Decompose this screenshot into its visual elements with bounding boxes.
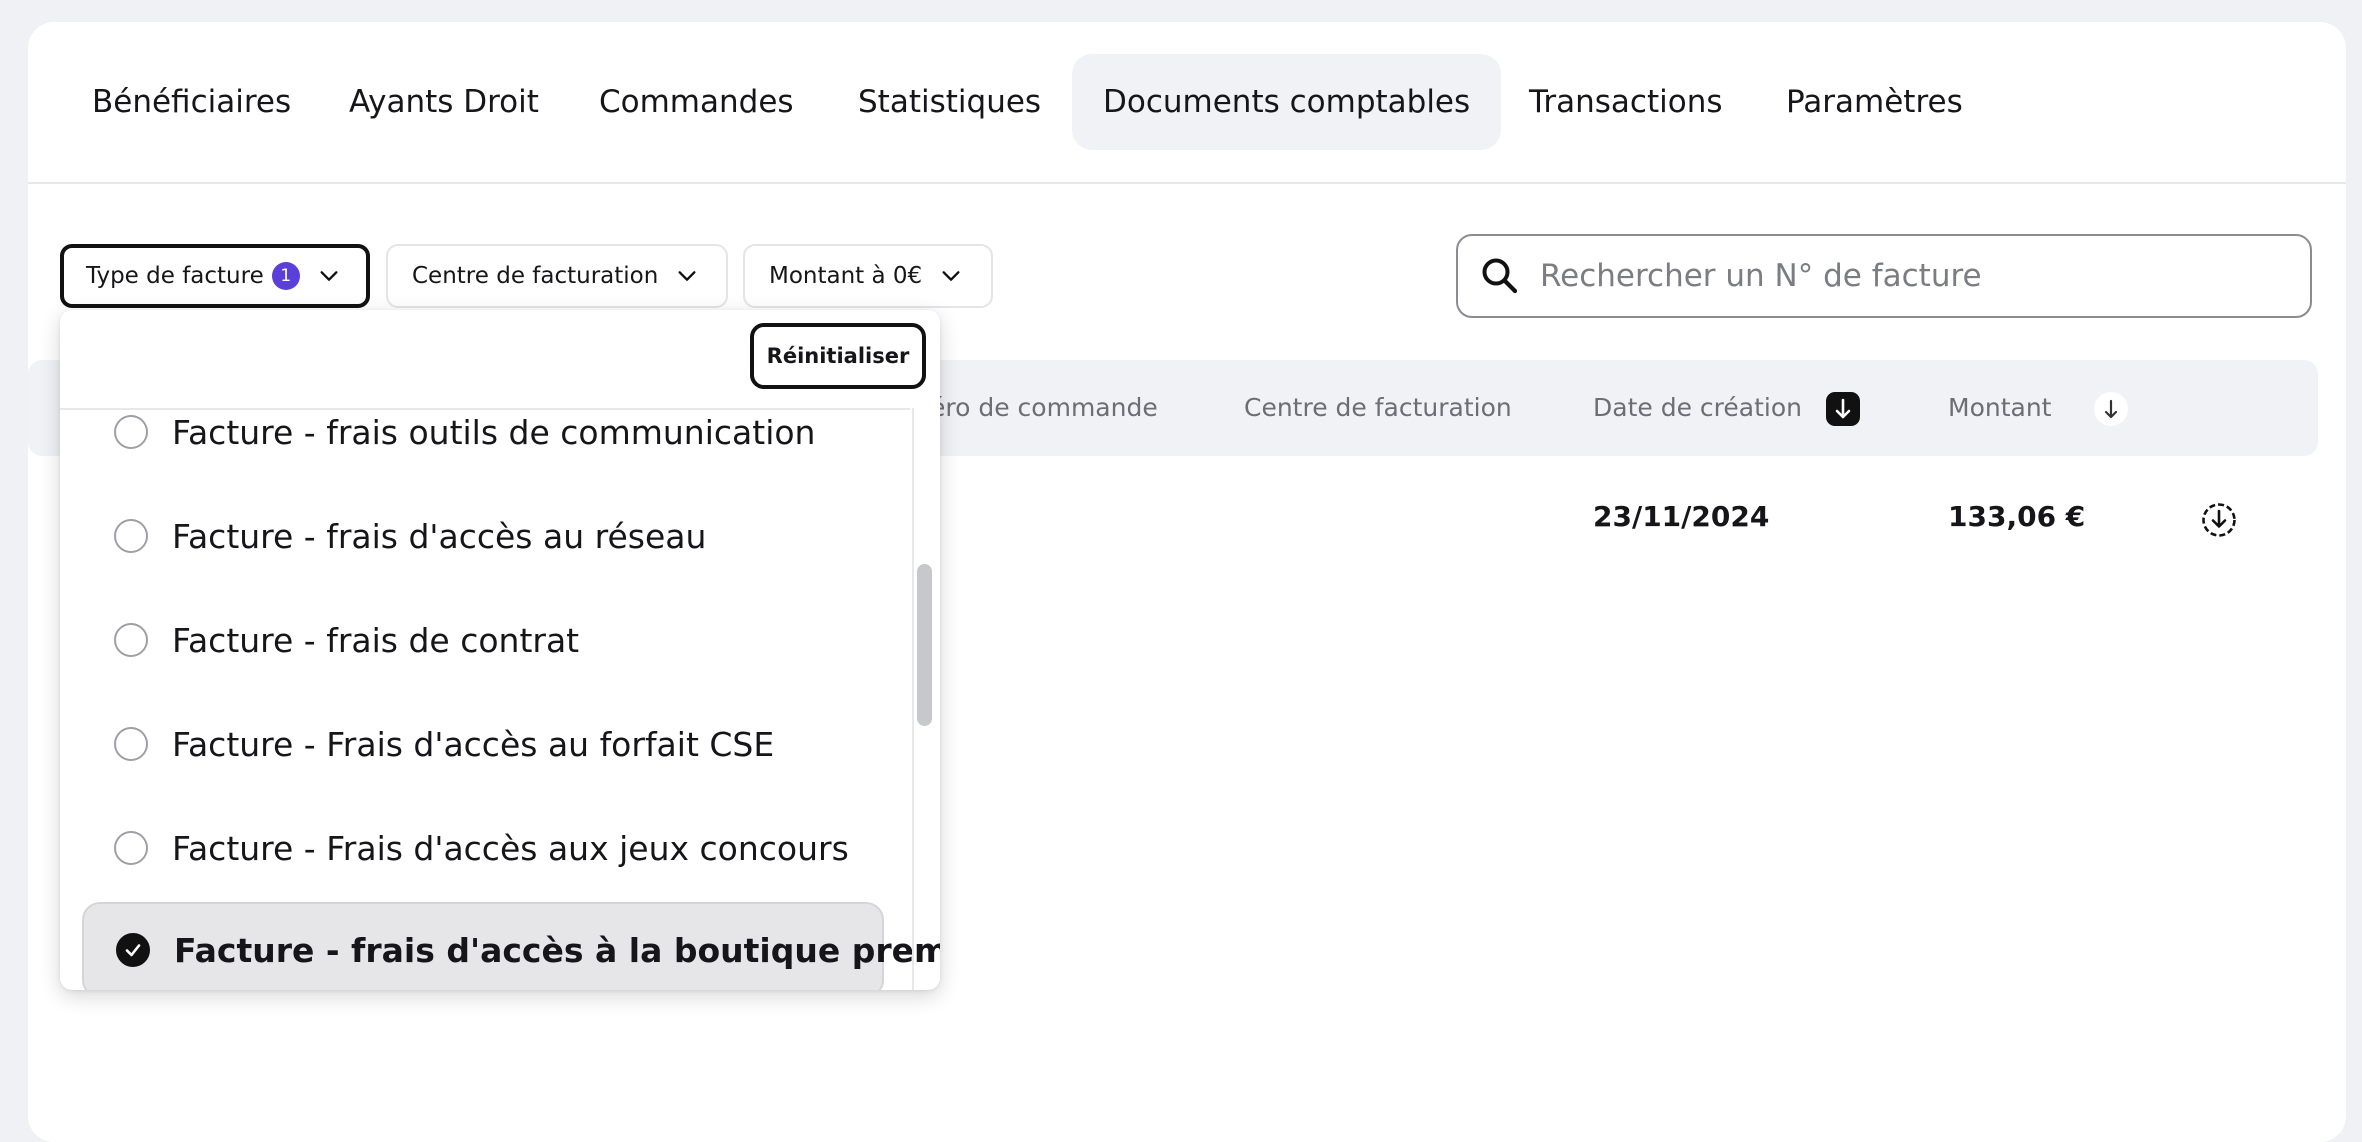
checkbox[interactable] bbox=[114, 831, 148, 865]
sort-arrow-icon[interactable] bbox=[2094, 392, 2128, 426]
column-creation-date[interactable]: Date de création bbox=[1593, 360, 1802, 456]
option-cse-package[interactable]: Facture - Frais d'accès au forfait CSE bbox=[82, 696, 884, 792]
checkbox[interactable] bbox=[114, 727, 148, 761]
zero-amount-filter-label: Montant à 0€ bbox=[769, 263, 923, 289]
zero-amount-filter[interactable]: Montant à 0€ bbox=[743, 244, 993, 308]
invoice-type-filter[interactable]: Type de facture 1 bbox=[60, 244, 370, 308]
main-card: Bénéficiaires Ayants Droit Commandes Sta… bbox=[28, 22, 2346, 1142]
dropdown-scroll-track bbox=[912, 408, 914, 990]
column-order-number: éro de commande bbox=[930, 393, 1158, 422]
search-icon bbox=[1482, 258, 1518, 294]
filter-count-badge: 1 bbox=[271, 262, 300, 290]
chevron-down-icon bbox=[942, 271, 960, 281]
checkbox-checked[interactable] bbox=[116, 933, 150, 967]
tab-documents-comptables[interactable]: Documents comptables bbox=[1072, 54, 1502, 150]
checkbox[interactable] bbox=[114, 623, 148, 657]
option-label: Facture - Frais d'accès aux jeux concour… bbox=[172, 828, 849, 868]
column-billing-center: Centre de facturation bbox=[1244, 393, 1512, 422]
billing-center-filter[interactable]: Centre de facturation bbox=[386, 244, 728, 308]
option-label: Facture - frais d'accès à la boutique pr… bbox=[174, 930, 940, 970]
option-label: Facture - Frais d'accès au forfait CSE bbox=[172, 724, 775, 764]
option-communication-tools[interactable]: Facture - frais outils de communication bbox=[82, 384, 884, 480]
option-network-access[interactable]: Facture - frais d'accès au réseau bbox=[82, 488, 884, 584]
invoice-type-filter-label: Type de facture bbox=[86, 263, 264, 289]
dropdown-scrollbar[interactable] bbox=[917, 564, 932, 726]
billing-center-filter-label: Centre de facturation bbox=[412, 263, 659, 289]
tab-ayants-droit[interactable]: Ayants Droit bbox=[318, 54, 570, 150]
invoice-search bbox=[1456, 234, 2312, 318]
check-icon bbox=[125, 944, 141, 957]
option-premium-shop[interactable]: Facture - frais d'accès à la boutique pr… bbox=[82, 902, 940, 990]
chevron-down-icon bbox=[320, 271, 338, 281]
option-contest-games[interactable]: Facture - Frais d'accès aux jeux concour… bbox=[82, 800, 884, 896]
reset-button[interactable]: Réinitialiser bbox=[750, 323, 926, 389]
checkbox[interactable] bbox=[114, 415, 148, 449]
invoice-type-dropdown: Réinitialiser Facture - frais outils de … bbox=[60, 310, 940, 990]
chevron-down-icon bbox=[678, 271, 696, 281]
checkbox[interactable] bbox=[114, 519, 148, 553]
tab-beneficiaires[interactable]: Bénéficiaires bbox=[61, 54, 322, 150]
search-input[interactable] bbox=[1540, 258, 2280, 294]
option-contract-fees[interactable]: Facture - frais de contrat bbox=[82, 592, 884, 688]
option-label: Facture - frais de contrat bbox=[172, 620, 580, 660]
option-label: Facture - frais outils de communication bbox=[172, 412, 816, 452]
row-amount: 133,06 € bbox=[1948, 500, 2086, 533]
tab-bar: Bénéficiaires Ayants Droit Commandes Sta… bbox=[28, 22, 2346, 184]
column-amount[interactable]: Montant bbox=[1948, 360, 2051, 456]
download-icon[interactable] bbox=[2200, 501, 2238, 539]
tab-parametres[interactable]: Paramètres bbox=[1755, 54, 1994, 150]
row-creation-date: 23/11/2024 bbox=[1593, 500, 1770, 533]
tab-transactions[interactable]: Transactions bbox=[1498, 54, 1754, 150]
tab-commandes[interactable]: Commandes bbox=[568, 54, 825, 150]
tab-statistiques[interactable]: Statistiques bbox=[827, 54, 1072, 150]
sort-desc-icon[interactable] bbox=[1826, 392, 1860, 426]
option-label: Facture - frais d'accès au réseau bbox=[172, 516, 707, 556]
